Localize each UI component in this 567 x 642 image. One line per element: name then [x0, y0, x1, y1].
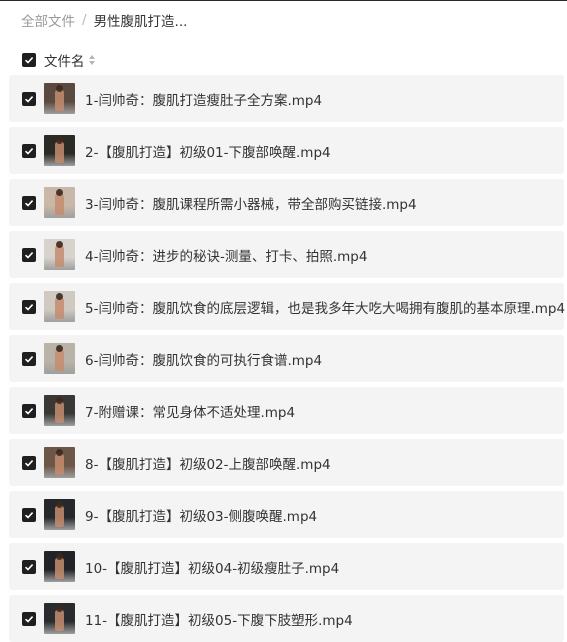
file-name[interactable]: 10-【腹肌打造】初级04-初级瘦肚子.mp4	[85, 557, 339, 577]
file-checkbox[interactable]	[22, 507, 36, 522]
video-thumbnail[interactable]	[44, 447, 75, 478]
check-icon	[24, 199, 34, 207]
file-checkbox[interactable]	[22, 299, 36, 314]
file-checkbox[interactable]	[22, 455, 36, 470]
check-icon	[24, 147, 34, 155]
file-name[interactable]: 6-闫帅奇：腹肌饮食的可执行食谱.mp4	[85, 349, 322, 369]
file-name[interactable]: 9-【腹肌打造】初级03-侧腹唤醒.mp4	[85, 505, 317, 525]
filename-column-header[interactable]: 文件名	[44, 50, 85, 70]
person-head-icon	[56, 85, 63, 92]
check-icon	[24, 95, 34, 103]
file-name[interactable]: 4-闫帅奇：进步的秘诀-测量、打卡、拍照.mp4	[85, 245, 367, 265]
video-thumbnail[interactable]	[44, 603, 75, 634]
file-name[interactable]: 5-闫帅奇：腹肌饮食的底层逻辑，也是我多年大吃大喝拥有腹肌的基本原理.mp4	[85, 297, 565, 317]
sort-up-icon	[88, 55, 95, 59]
check-icon	[24, 303, 34, 311]
file-checkbox[interactable]	[22, 91, 36, 106]
video-thumbnail[interactable]	[44, 135, 75, 166]
file-row[interactable]: 1-闫帅奇：腹肌打造瘦肚子全方案.mp4	[9, 75, 564, 122]
file-row[interactable]: 4-闫帅奇：进步的秘诀-测量、打卡、拍照.mp4	[9, 231, 564, 278]
breadcrumb-root-link[interactable]: 全部文件	[21, 10, 75, 30]
person-figure-icon	[55, 453, 64, 475]
person-figure-icon	[55, 297, 64, 319]
top-border	[0, 0, 567, 1]
file-row[interactable]: 8-【腹肌打造】初级02-上腹部唤醒.mp4	[9, 439, 564, 486]
video-thumbnail[interactable]	[44, 551, 75, 582]
file-name[interactable]: 7-附赠课：常见身体不适处理.mp4	[85, 401, 295, 421]
file-checkbox[interactable]	[22, 559, 36, 574]
file-row[interactable]: 5-闫帅奇：腹肌饮食的底层逻辑，也是我多年大吃大喝拥有腹肌的基本原理.mp4	[9, 283, 565, 330]
file-row[interactable]: 3-闫帅奇：腹肌课程所需小器械，带全部购买链接.mp4	[9, 179, 564, 226]
file-row[interactable]: 9-【腹肌打造】初级03-侧腹唤醒.mp4	[9, 491, 564, 538]
sort-down-icon	[88, 61, 95, 65]
file-row[interactable]: 6-闫帅奇：腹肌饮食的可执行食谱.mp4	[9, 335, 564, 382]
person-head-icon	[56, 605, 63, 612]
check-icon	[24, 511, 34, 519]
person-head-icon	[56, 449, 63, 456]
file-checkbox[interactable]	[22, 143, 36, 158]
person-head-icon	[56, 241, 63, 248]
person-figure-icon	[55, 349, 64, 371]
video-thumbnail[interactable]	[44, 187, 75, 218]
person-figure-icon	[55, 505, 64, 527]
file-row[interactable]: 11-【腹肌打造】初级05-下腹下肢塑形.mp4	[9, 595, 564, 642]
check-icon	[24, 459, 34, 467]
file-name[interactable]: 2-【腹肌打造】初级01-下腹部唤醒.mp4	[85, 141, 331, 161]
video-thumbnail[interactable]	[44, 239, 75, 270]
person-head-icon	[56, 397, 63, 404]
check-icon	[24, 407, 34, 415]
person-figure-icon	[55, 89, 64, 111]
sort-icon[interactable]	[88, 55, 95, 65]
video-thumbnail[interactable]	[44, 395, 75, 426]
video-thumbnail[interactable]	[44, 343, 75, 374]
check-icon	[24, 563, 34, 571]
person-head-icon	[56, 137, 63, 144]
file-checkbox[interactable]	[22, 403, 36, 418]
video-thumbnail[interactable]	[44, 499, 75, 530]
breadcrumb: 全部文件 / 男性腹肌打造...	[21, 9, 187, 31]
file-name[interactable]: 11-【腹肌打造】初级05-下腹下肢塑形.mp4	[85, 609, 353, 629]
person-figure-icon	[55, 401, 64, 423]
breadcrumb-separator: /	[82, 12, 87, 28]
check-icon	[24, 251, 34, 259]
file-checkbox[interactable]	[22, 247, 36, 262]
file-checkbox[interactable]	[22, 195, 36, 210]
person-head-icon	[56, 293, 63, 300]
file-name[interactable]: 8-【腹肌打造】初级02-上腹部唤醒.mp4	[85, 453, 331, 473]
person-figure-icon	[55, 193, 64, 215]
file-row[interactable]: 7-附赠课：常见身体不适处理.mp4	[9, 387, 564, 434]
person-figure-icon	[55, 609, 64, 631]
check-icon	[24, 615, 34, 623]
file-name[interactable]: 1-闫帅奇：腹肌打造瘦肚子全方案.mp4	[85, 89, 322, 109]
list-header: 文件名	[22, 49, 95, 71]
person-head-icon	[56, 189, 63, 196]
check-icon	[24, 57, 34, 64]
check-icon	[24, 355, 34, 363]
breadcrumb-current-folder: 男性腹肌打造...	[93, 14, 188, 30]
video-thumbnail[interactable]	[44, 83, 75, 114]
file-name[interactable]: 3-闫帅奇：腹肌课程所需小器械，带全部购买链接.mp4	[85, 193, 417, 213]
select-all-checkbox[interactable]	[22, 53, 36, 67]
file-checkbox[interactable]	[22, 611, 36, 626]
person-head-icon	[56, 501, 63, 508]
file-checkbox[interactable]	[22, 351, 36, 366]
file-row[interactable]: 10-【腹肌打造】初级04-初级瘦肚子.mp4	[9, 543, 564, 590]
person-head-icon	[56, 345, 63, 352]
person-figure-icon	[55, 141, 64, 163]
person-figure-icon	[55, 245, 64, 267]
person-head-icon	[56, 553, 63, 560]
person-figure-icon	[55, 557, 64, 579]
video-thumbnail[interactable]	[44, 291, 75, 322]
file-row[interactable]: 2-【腹肌打造】初级01-下腹部唤醒.mp4	[9, 127, 564, 174]
